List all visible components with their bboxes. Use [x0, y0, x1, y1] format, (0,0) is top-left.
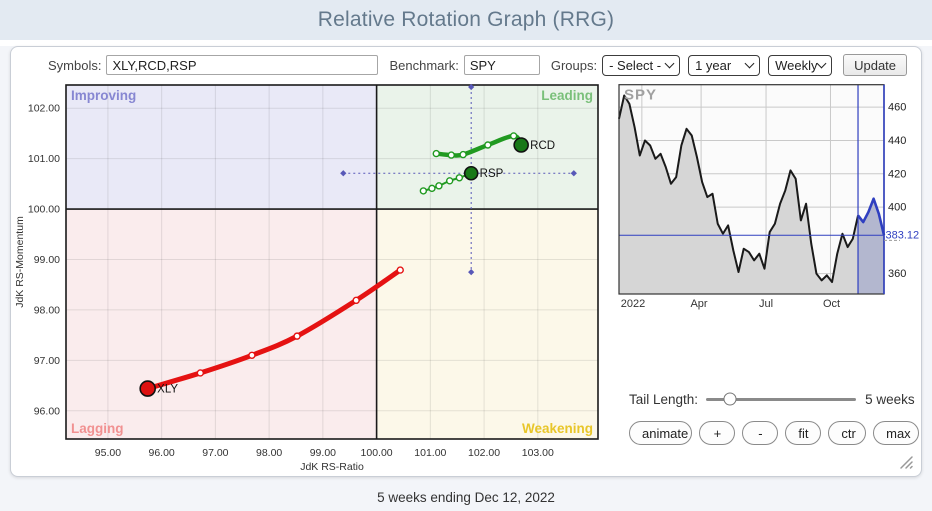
rrg-tail-point-RCD: [511, 133, 517, 139]
rrg-head-XLY[interactable]: [140, 381, 155, 396]
rrg-tail-point-XLY: [294, 333, 300, 339]
spy-title: SPY: [624, 87, 657, 104]
spy-y-tick-label: 440: [888, 135, 906, 147]
rrg-tail-point-XLY: [249, 352, 255, 358]
rrg-tail-point-RSP: [436, 183, 442, 189]
animate-button[interactable]: animate: [629, 421, 692, 445]
rrg-panel: Symbols: Benchmark: Groups: - Select - 1…: [10, 46, 922, 477]
rrg-chart[interactable]: Improving Leading Lagging Weakening 95.00 96.…: [11, 47, 609, 478]
spy-month-label: Apr: [690, 298, 707, 310]
x-tick-label: 98.00: [256, 447, 282, 459]
rrg-head-RCD[interactable]: [514, 138, 528, 152]
rrg-tail-point-RSP: [447, 178, 453, 184]
x-tick-label: 101.00: [414, 447, 446, 459]
fit-button[interactable]: fit: [785, 421, 821, 445]
chevron-down-icon: [745, 59, 755, 69]
quadrant-label-leading: Leading: [541, 88, 593, 103]
center-button[interactable]: ctr: [828, 421, 866, 445]
rrg-tail-point-RCD: [460, 152, 466, 158]
resize-handle-icon[interactable]: [898, 454, 914, 470]
spy-month-label: Jul: [759, 298, 773, 310]
y-axis-title: JdK RS-Momentum: [14, 216, 26, 308]
spy-month-label: Oct: [823, 298, 840, 310]
period-select-value: 1 year: [695, 58, 731, 73]
x-axis-title: JdK RS-Ratio: [300, 461, 364, 473]
rrg-tail-point-RSP: [429, 185, 435, 191]
page-title: Relative Rotation Graph (RRG): [318, 8, 614, 32]
benchmark-mini-chart[interactable]: SPY360400420440460383.122022AprJulOct: [609, 77, 923, 322]
x-tick-label: 99.00: [310, 447, 336, 459]
quadrant-label-improving: Improving: [71, 88, 136, 103]
rrg-label-RCD: RCD: [530, 140, 555, 152]
chevron-down-icon: [665, 59, 675, 69]
zoom-in-button[interactable]: +: [699, 421, 735, 445]
x-tick-label: 102.00: [468, 447, 500, 459]
frequency-select[interactable]: Weekly: [768, 55, 832, 76]
max-button[interactable]: max: [873, 421, 919, 445]
groups-select-value: - Select -: [609, 58, 661, 73]
tail-length-slider[interactable]: [706, 391, 856, 407]
rrg-tail-point-RSP: [456, 175, 462, 181]
rrg-tail-point-RCD: [433, 151, 439, 157]
y-tick-label: 100.00: [28, 204, 60, 216]
tail-length-row: Tail Length: 5 weeks: [629, 390, 915, 408]
frequency-select-value: Weekly: [775, 58, 817, 73]
rrg-tail-point-RSP: [420, 188, 426, 194]
rrg-tail-point-XLY: [197, 370, 203, 376]
y-tick-label: 99.00: [34, 254, 60, 266]
y-tick-label: 98.00: [34, 304, 60, 316]
y-tick-label: 96.00: [34, 405, 60, 417]
x-tick-label: 100.00: [361, 447, 393, 459]
chart-buttons-row: animate +-fitctrmax: [629, 421, 919, 445]
tail-length-label: Tail Length:: [629, 392, 698, 407]
spy-y-tick-label: 420: [888, 168, 906, 180]
x-tick-label: 95.00: [95, 447, 121, 459]
tail-length-value: 5 weeks: [865, 392, 915, 407]
y-tick-label: 102.00: [28, 103, 60, 115]
rrg-label-XLY: XLY: [157, 384, 178, 396]
spy-y-tick-label: 460: [888, 102, 906, 114]
x-tick-label: 103.00: [522, 447, 554, 459]
spy-y-tick-label: 400: [888, 202, 906, 214]
period-select[interactable]: 1 year: [688, 55, 760, 76]
rrg-label-RSP: RSP: [480, 168, 504, 180]
slider-thumb[interactable]: [724, 393, 737, 406]
y-tick-label: 97.00: [34, 355, 60, 367]
rrg-tail-point-RCD: [485, 142, 491, 148]
zoom-out-button[interactable]: -: [742, 421, 778, 445]
quadrant-improving: [66, 85, 377, 209]
quadrant-label-weakening: Weakening: [522, 421, 593, 436]
quadrant-lagging: [66, 209, 377, 439]
chevron-down-icon: [817, 59, 827, 69]
update-button[interactable]: Update: [843, 54, 907, 76]
app-header: Relative Rotation Graph (RRG): [0, 0, 932, 40]
y-tick-label: 101.00: [28, 153, 60, 165]
quadrant-weakening: [377, 209, 598, 439]
rrg-tail-point-XLY: [353, 297, 359, 303]
spy-month-label: 2022: [621, 298, 645, 310]
rrg-tail-point-RCD: [448, 152, 454, 158]
x-tick-label: 96.00: [149, 447, 175, 459]
caption: 5 weeks ending Dec 12, 2022: [0, 490, 932, 505]
rrg-tail-point-XLY: [397, 267, 403, 273]
groups-select[interactable]: - Select -: [602, 55, 680, 76]
quadrant-label-lagging: Lagging: [71, 421, 124, 436]
spy-y-tick-label: 360: [888, 268, 906, 280]
rrg-head-RSP[interactable]: [465, 167, 478, 180]
x-tick-label: 97.00: [202, 447, 228, 459]
